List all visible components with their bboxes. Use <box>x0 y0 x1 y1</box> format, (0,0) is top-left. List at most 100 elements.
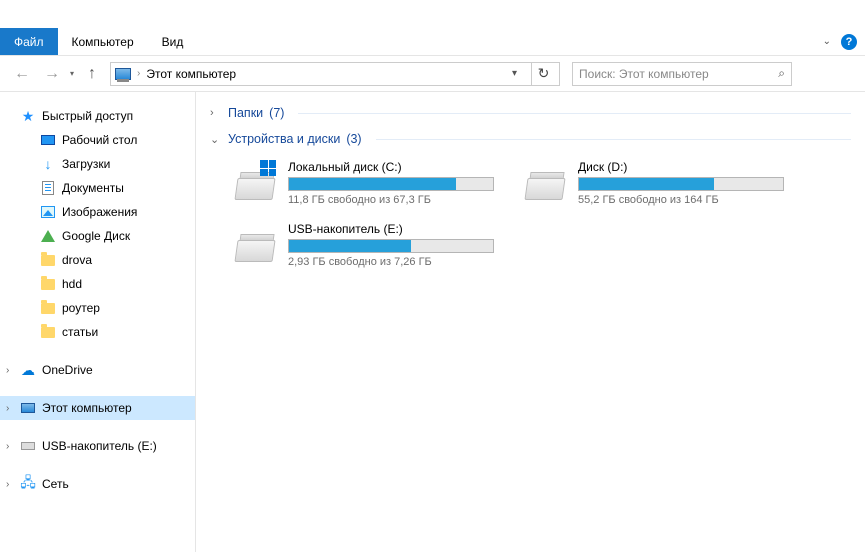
downloads-icon: ↓ <box>45 156 52 172</box>
sidebar-item-usb-drive[interactable]: › USB-накопитель (E:) <box>0 434 195 458</box>
star-icon: ★ <box>22 108 35 125</box>
sidebar-item-this-pc[interactable]: › Этот компьютер <box>0 396 195 420</box>
address-bar[interactable]: › Этот компьютер ▾ ↻ <box>110 62 560 86</box>
monitor-icon <box>21 403 35 413</box>
sidebar-label: Изображения <box>62 205 137 219</box>
sidebar-item-desktop[interactable]: Рабочий стол <box>0 128 195 152</box>
content-pane: › Папки (7) ⌄ Устройства и диски (3) Лок… <box>196 92 865 552</box>
capacity-bar <box>288 239 494 253</box>
this-pc-icon <box>115 68 131 80</box>
drive-free-space: 2,93 ГБ свободно из 7,26 ГБ <box>288 256 494 268</box>
address-text: Этот компьютер <box>146 67 506 81</box>
folder-icon <box>41 255 55 266</box>
group-header-devices[interactable]: ⌄ Устройства и диски (3) <box>210 126 851 152</box>
sidebar-label: hdd <box>62 277 82 291</box>
chevron-right-icon[interactable]: › <box>6 479 9 490</box>
pictures-icon <box>41 206 55 218</box>
usb-drive-icon <box>21 442 35 450</box>
nav-history-dropdown[interactable]: ▾ <box>70 69 74 78</box>
drive-info: USB-накопитель (E:) 2,93 ГБ свободно из 7… <box>288 222 494 268</box>
folder-icon <box>41 303 55 314</box>
search-input[interactable]: Поиск: Этот компьютер ⌕ <box>572 62 792 86</box>
sidebar-item-folder-drova[interactable]: drova <box>0 248 195 272</box>
nav-forward-button[interactable]: → <box>40 62 64 86</box>
sidebar-item-folder-hdd[interactable]: hdd <box>0 272 195 296</box>
sidebar-label: Рабочий стол <box>62 133 137 147</box>
sidebar-label: drova <box>62 253 92 267</box>
desktop-icon <box>41 135 55 145</box>
sidebar-label: роутер <box>62 301 100 315</box>
nav-up-button[interactable]: ↑ <box>80 62 104 86</box>
drive-info: Локальный диск (C:) 11,8 ГБ свободно из 6… <box>288 160 494 206</box>
sidebar-label: Google Диск <box>62 229 130 243</box>
refresh-button[interactable]: ↻ <box>531 62 555 86</box>
sidebar-item-downloads[interactable]: ↓ Загрузки <box>0 152 195 176</box>
titlebar <box>0 0 865 28</box>
capacity-bar-fill <box>289 178 456 190</box>
group-label: Устройства и диски <box>228 132 340 146</box>
sidebar-item-folder-articles[interactable]: статьи <box>0 320 195 344</box>
sidebar-item-quick-access[interactable]: ★ Быстрый доступ <box>0 104 195 128</box>
sidebar-label: Загрузки <box>62 157 110 171</box>
sidebar-item-documents[interactable]: Документы <box>0 176 195 200</box>
drive-name: USB-накопитель (E:) <box>288 222 494 236</box>
group-separator <box>298 113 851 114</box>
menu-file[interactable]: Файл <box>0 28 58 55</box>
sidebar-label: USB-накопитель (E:) <box>42 439 157 453</box>
chevron-right-icon: › <box>210 107 222 119</box>
documents-icon <box>42 181 54 195</box>
group-label: Папки <box>228 106 263 120</box>
chevron-right-icon[interactable]: › <box>6 365 9 376</box>
sidebar-label: Сеть <box>42 477 69 491</box>
ribbon-expand-icon[interactable]: ⌄ <box>823 36 831 47</box>
google-drive-icon <box>41 230 55 242</box>
chevron-right-icon[interactable]: › <box>6 403 9 414</box>
windows-logo-icon <box>260 160 276 176</box>
menu-view[interactable]: Вид <box>148 28 198 55</box>
hard-drive-icon <box>234 222 278 266</box>
folder-icon <box>41 279 55 290</box>
hard-drive-icon <box>524 160 568 204</box>
cloud-icon: ☁ <box>21 362 35 379</box>
capacity-bar <box>578 177 784 191</box>
sidebar-item-pictures[interactable]: Изображения <box>0 200 195 224</box>
navigation-pane: ★ Быстрый доступ Рабочий стол ↓ Загрузки… <box>0 92 196 552</box>
drive-free-space: 11,8 ГБ свободно из 67,3 ГБ <box>288 194 494 206</box>
search-icon: ⌕ <box>778 66 785 81</box>
drives-grid: Локальный диск (C:) 11,8 ГБ свободно из 6… <box>210 152 851 276</box>
nav-back-button[interactable]: ← <box>10 62 34 86</box>
sidebar-label: Этот компьютер <box>42 401 132 415</box>
menu-computer[interactable]: Компьютер <box>58 28 148 55</box>
capacity-bar <box>288 177 494 191</box>
group-header-folders[interactable]: › Папки (7) <box>210 100 851 126</box>
drive-name: Диск (D:) <box>578 160 784 174</box>
sidebar-item-gdrive[interactable]: Google Диск <box>0 224 195 248</box>
drive-name: Локальный диск (C:) <box>288 160 494 174</box>
group-count: (3) <box>346 132 361 146</box>
drive-info: Диск (D:) 55,2 ГБ свободно из 164 ГБ <box>578 160 784 206</box>
body-area: ★ Быстрый доступ Рабочий стол ↓ Загрузки… <box>0 92 865 552</box>
nav-toolbar: ← → ▾ ↑ › Этот компьютер ▾ ↻ Поиск: Этот… <box>0 56 865 92</box>
chevron-right-icon[interactable]: › <box>6 441 9 452</box>
capacity-bar-fill <box>579 178 714 190</box>
search-placeholder: Поиск: Этот компьютер <box>579 67 709 81</box>
sidebar-label: OneDrive <box>42 363 93 377</box>
sidebar-label: статьи <box>62 325 98 339</box>
capacity-bar-fill <box>289 240 411 252</box>
explorer-window: Файл Компьютер Вид ⌄ ? ← → ▾ ↑ › Этот ко… <box>0 0 865 552</box>
chevron-down-icon: ⌄ <box>210 133 222 146</box>
sidebar-item-network[interactable]: › 🖧 Сеть <box>0 472 195 496</box>
drive-item[interactable]: USB-накопитель (E:) 2,93 ГБ свободно из 7… <box>234 222 494 268</box>
folder-icon <box>41 327 55 338</box>
group-count: (7) <box>269 106 284 120</box>
sidebar-item-onedrive[interactable]: › ☁ OneDrive <box>0 358 195 382</box>
help-icon[interactable]: ? <box>841 34 857 50</box>
drive-free-space: 55,2 ГБ свободно из 164 ГБ <box>578 194 784 206</box>
sidebar-label: Быстрый доступ <box>42 109 133 123</box>
sidebar-label: Документы <box>62 181 124 195</box>
drive-item[interactable]: Диск (D:) 55,2 ГБ свободно из 164 ГБ <box>524 160 784 206</box>
address-dropdown-icon[interactable]: ▾ <box>512 68 517 79</box>
chevron-right-icon: › <box>137 68 140 79</box>
sidebar-item-folder-router[interactable]: роутер <box>0 296 195 320</box>
drive-item[interactable]: Локальный диск (C:) 11,8 ГБ свободно из 6… <box>234 160 494 206</box>
